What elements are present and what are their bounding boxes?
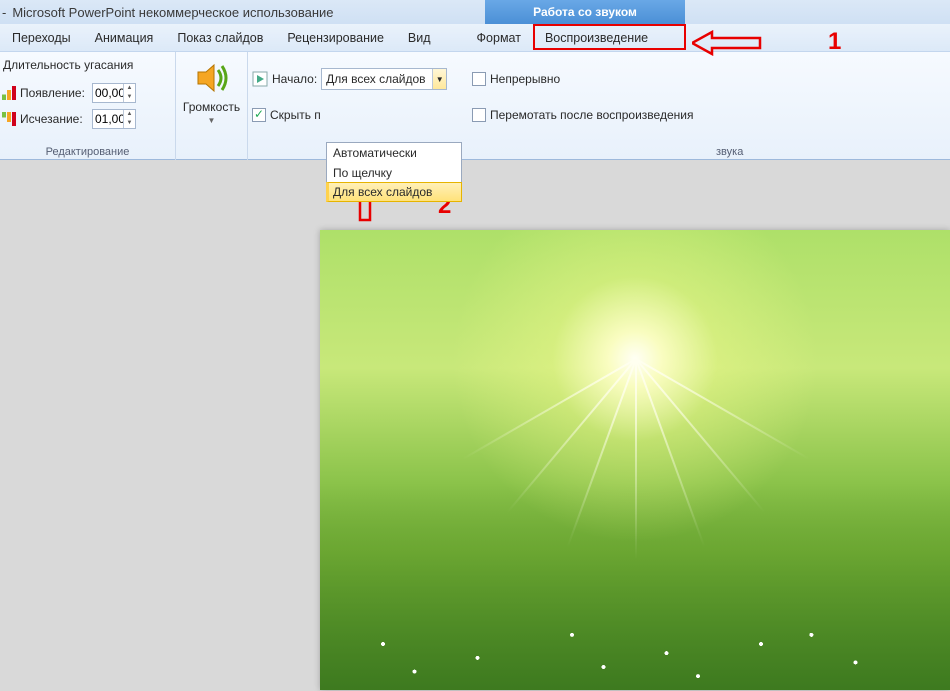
loop-row[interactable]: Непрерывно — [472, 68, 560, 90]
ribbon-tabs: Переходы Анимация Показ слайдов Рецензир… — [0, 24, 950, 52]
ribbon: Длительность угасания Появление: ▲▼ Исче… — [0, 52, 950, 160]
start-combo-value: Для всех слайдов — [326, 72, 425, 86]
tab-playback[interactable]: Воспроизведение — [533, 24, 660, 51]
fade-out-icon — [2, 112, 16, 126]
rewind-row[interactable]: Перемотать после воспроизведения — [472, 104, 693, 126]
rewind-checkbox[interactable] — [472, 108, 486, 122]
hide-checkbox[interactable] — [252, 108, 266, 122]
volume-dropdown-arrow[interactable]: ▼ — [176, 116, 247, 125]
start-label: Начало: — [272, 72, 317, 86]
tab-slideshow[interactable]: Показ слайдов — [165, 24, 275, 51]
volume-icon[interactable] — [194, 60, 230, 96]
loop-checkbox[interactable] — [472, 72, 486, 86]
slide-background-image — [320, 230, 950, 690]
rewind-label: Перемотать после воспроизведения — [490, 108, 693, 122]
tab-transitions[interactable]: Переходы — [0, 24, 83, 51]
fade-out-row: Исчезание: ▲▼ — [2, 108, 136, 130]
spin-up[interactable]: ▲ — [124, 110, 135, 119]
start-row: Начало: Для всех слайдов ▼ — [252, 68, 447, 90]
dropdown-item-click[interactable]: По щелчку — [327, 163, 461, 183]
dropdown-item-all-slides[interactable]: Для всех слайдов — [326, 182, 462, 202]
hide-on-show-row[interactable]: Скрыть п — [252, 104, 321, 126]
fade-in-icon — [2, 86, 16, 100]
fade-in-row: Появление: ▲▼ — [2, 82, 136, 104]
spin-down[interactable]: ▼ — [124, 93, 135, 102]
tab-format[interactable]: Формат — [465, 24, 533, 51]
group-editing: Длительность угасания Появление: ▲▼ Исче… — [0, 52, 176, 160]
start-icon — [252, 71, 268, 87]
fade-out-spinner[interactable]: ▲▼ — [92, 109, 136, 129]
tab-animation[interactable]: Анимация — [83, 24, 166, 51]
hide-label: Скрыть п — [270, 108, 321, 122]
annotation-arrow-left-icon — [692, 30, 762, 56]
app-title: Microsoft PowerPoint некоммерческое испо… — [12, 5, 333, 20]
start-combo-button[interactable]: ▼ — [432, 69, 446, 89]
start-dropdown-menu: Автоматически По щелчку Для всех слайдов — [326, 142, 462, 202]
fade-duration-title: Длительность угасания — [3, 58, 133, 72]
spin-down[interactable]: ▼ — [124, 119, 135, 128]
start-combo[interactable]: Для всех слайдов ▼ — [321, 68, 447, 90]
tab-review[interactable]: Рецензирование — [275, 24, 396, 51]
group-label-editing: Редактирование — [0, 146, 175, 158]
volume-label[interactable]: Громкость — [176, 100, 247, 114]
loop-label: Непрерывно — [490, 72, 560, 86]
title-bar: - Microsoft PowerPoint некоммерческое ис… — [0, 0, 950, 24]
annotation-number-1: 1 — [828, 28, 841, 56]
group-volume: Громкость ▼ — [176, 52, 248, 160]
slide-canvas[interactable] — [0, 160, 950, 691]
dash: - — [0, 5, 12, 20]
spin-up[interactable]: ▲ — [124, 84, 135, 93]
fade-in-input[interactable] — [93, 86, 123, 100]
fade-in-spinner[interactable]: ▲▼ — [92, 83, 136, 103]
dropdown-item-auto[interactable]: Автоматически — [327, 143, 461, 163]
contextual-tab-sound-tools[interactable]: Работа со звуком — [485, 0, 685, 24]
fade-out-input[interactable] — [93, 112, 123, 126]
group-sound-options: Начало: Для всех слайдов ▼ Скрыть п Непр… — [248, 52, 758, 160]
fade-in-label: Появление: — [20, 86, 92, 100]
fade-out-label: Исчезание: — [20, 112, 92, 126]
tab-view[interactable]: Вид — [396, 24, 443, 51]
slide[interactable] — [320, 230, 950, 690]
group-label-sound: звука — [716, 146, 743, 158]
